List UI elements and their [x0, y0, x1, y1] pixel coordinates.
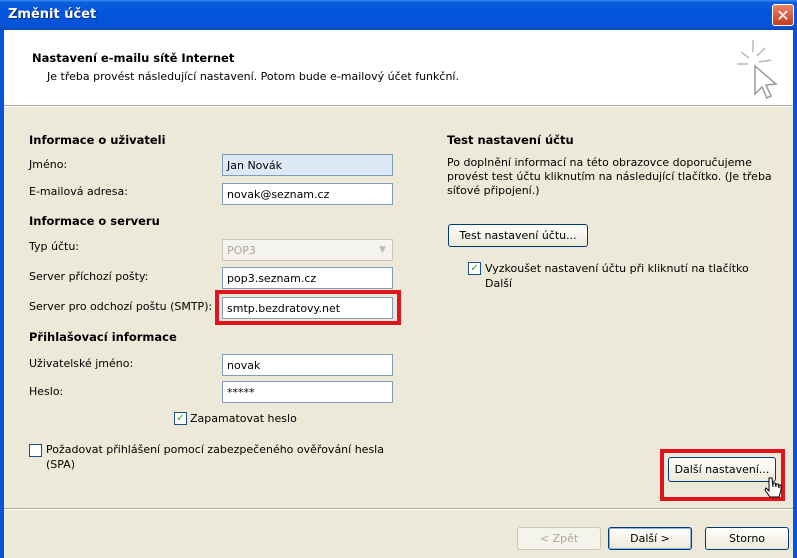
dialog-header: Nastavení e-mailu sítě Internet Je třeba…	[4, 30, 793, 106]
header-separator	[4, 106, 793, 107]
auto-test-checkbox[interactable]: ✓	[468, 262, 481, 275]
spa-label-line1: Požadovat přihlášení pomocí zabezpečenéh…	[46, 443, 384, 456]
account-type-select: POP3 ▼	[222, 239, 393, 261]
footer-separator-highlight	[4, 509, 793, 510]
close-button[interactable]: ✕	[772, 4, 794, 26]
close-icon: ✕	[776, 6, 790, 25]
next-button[interactable]: Další >	[608, 527, 692, 550]
login-info-section-title: Přihlašovací informace	[29, 330, 177, 344]
incoming-server-field[interactable]: pop3.seznam.cz	[222, 267, 393, 289]
username-field[interactable]: novak	[222, 354, 393, 376]
window-title: Změnit účet	[8, 7, 97, 22]
test-description-line3: síťové připojení.)	[447, 184, 540, 197]
password-label: Heslo:	[29, 385, 64, 398]
title-bar[interactable]: Změnit účet ✕	[0, 0, 797, 30]
remember-password-checkbox[interactable]: ✓	[174, 412, 187, 425]
name-label: Jméno:	[29, 158, 68, 171]
account-type-label: Typ účtu:	[29, 240, 80, 253]
test-description-line1: Po doplnění informací na této obrazovce …	[447, 156, 752, 169]
spa-checkbox[interactable]	[29, 444, 42, 457]
header-subtitle: Je třeba provést následující nastavení. …	[47, 70, 459, 83]
password-field[interactable]: *****	[222, 381, 393, 403]
test-account-button[interactable]: Test nastavení účtu...	[448, 224, 588, 247]
back-button[interactable]: < Zpět	[517, 527, 601, 550]
checkmark-icon: ✓	[176, 413, 185, 424]
window-border-left	[0, 30, 4, 558]
incoming-server-label: Server příchozí pošty:	[29, 270, 149, 283]
auto-test-label-line2: Další	[485, 277, 513, 290]
test-description-line2: provést test účtu kliknutím na následují…	[447, 170, 772, 183]
sparkle-cursor-icon	[737, 40, 778, 100]
cancel-button[interactable]: Storno	[705, 527, 789, 550]
username-label: Uživatelské jméno:	[29, 357, 134, 370]
mouse-pointer-icon	[764, 477, 782, 498]
email-label: E-mailová adresa:	[29, 185, 128, 198]
header-title: Nastavení e-mailu sítě Internet	[32, 51, 235, 65]
outgoing-server-highlight	[215, 290, 401, 325]
server-info-section-title: Informace o serveru	[29, 214, 160, 228]
spa-label-line2: (SPA)	[46, 458, 76, 471]
remember-password-label: Zapamatovat heslo	[190, 412, 297, 425]
name-field[interactable]: Jan Novák	[222, 154, 393, 176]
account-type-value: POP3	[227, 244, 256, 257]
window-border-right	[793, 30, 797, 558]
email-field[interactable]: novak@seznam.cz	[222, 183, 393, 205]
chevron-down-icon: ▼	[374, 241, 391, 259]
test-section-title: Test nastavení účtu	[447, 133, 574, 147]
user-info-section-title: Informace o uživateli	[29, 133, 166, 147]
checkmark-icon: ✓	[470, 263, 479, 274]
change-account-dialog: Změnit účet ✕ Nastavení e-mailu sítě Int…	[0, 0, 797, 558]
outgoing-server-label: Server pro odchozí poštu (SMTP):	[29, 300, 213, 313]
auto-test-label-line1: Vyzkoušet nastavení účtu při kliknutí na…	[485, 262, 749, 275]
